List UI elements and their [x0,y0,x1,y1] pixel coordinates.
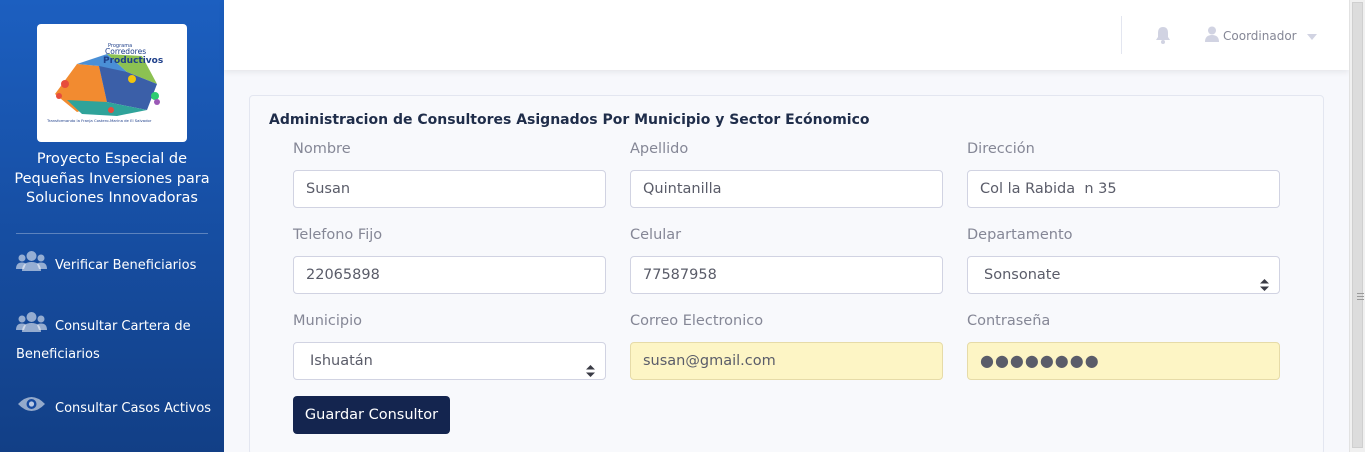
sidebar: Programa Corredores Productivos Transfor… [0,0,224,452]
municipio-label: Municipio [293,313,363,329]
nav-label-line-2: Beneficiarios [16,347,100,362]
municipio-selected: Ishuatán [310,353,373,369]
correo-input[interactable]: susan@gmail.com [630,342,943,380]
nav-verificar-beneficiarios[interactable]: Verificar Beneficiarios [16,250,216,281]
topbar-divider [1121,16,1122,54]
celular-input[interactable]: 77587958 [630,256,943,294]
departamento-label: Departamento [967,227,1073,243]
departamento-selected: Sonsonate [984,267,1061,283]
eye-icon [16,394,47,423]
departamento-select[interactable]: Sonsonate [967,256,1280,294]
user-icon [1205,26,1219,45]
guardar-consultor-button[interactable]: Guardar Consultor [293,396,450,434]
users-icon [16,250,47,281]
scrollbar-grip [1357,293,1364,294]
svg-text:Corredores: Corredores [105,47,146,56]
form-title: Administracion de Consultores Asignados … [269,112,870,128]
scrollbar[interactable] [1349,0,1365,452]
svg-text:Transformando la Franja Coster: Transformando la Franja Costero-Marina d… [46,118,152,123]
svg-text:Productivos: Productivos [103,56,163,66]
project-name-line-1: Proyecto Especial de [36,151,188,167]
celular-label: Celular [630,227,682,243]
user-name: Coordinador [1223,28,1297,43]
project-name-line-2: Pequeñas Inversiones para [14,170,210,187]
nav-label: Consultar Casos Activos [55,401,212,416]
nombre-input[interactable]: Susan [293,170,606,208]
bell-icon[interactable] [1155,26,1171,48]
caret-down-icon [1306,29,1317,43]
select-arrows-icon [586,355,595,391]
scrollbar-grip [1357,296,1364,297]
direccion-label: Dirección [967,141,1035,157]
project-name-line-3: Soluciones Innovadoras [26,190,198,206]
nav-label-line-1: Consultar Cartera de [55,319,191,334]
scrollbar-grip [1357,299,1364,300]
nombre-label: Nombre [293,141,351,157]
program-logo[interactable]: Programa Corredores Productivos Transfor… [37,24,187,142]
project-name: Proyecto Especial de Pequeñas Inversione… [0,150,224,209]
telefono-input[interactable]: 22065898 [293,256,606,294]
municipio-select[interactable]: Ishuatán [293,342,606,380]
contrasena-label: Contraseña [967,313,1051,329]
scrollbar-thumb[interactable] [1352,2,1364,448]
telefono-label: Telefono Fijo [293,227,383,243]
apellido-input[interactable]: Quintanilla [630,170,943,208]
nav-label: Verificar Beneficiarios [55,258,197,273]
direccion-input[interactable]: Col la Rabida n 35 [967,170,1280,208]
sidebar-divider [16,233,208,234]
users-icon [16,311,47,342]
nav-consultar-cartera[interactable]: Consultar Cartera de Beneficiarios [16,311,216,367]
select-arrows-icon [1260,269,1269,305]
topbar: Coordinador [224,0,1349,70]
user-menu[interactable]: Coordinador [1205,26,1317,45]
nav-consultar-casos-activos[interactable]: Consultar Casos Activos [16,394,216,423]
apellido-label: Apellido [630,141,689,157]
contrasena-input[interactable]: ●●●●●●●● [967,342,1280,380]
logo-graphic: Programa Corredores Productivos Transfor… [46,43,163,123]
correo-label: Correo Electronico [630,313,764,329]
